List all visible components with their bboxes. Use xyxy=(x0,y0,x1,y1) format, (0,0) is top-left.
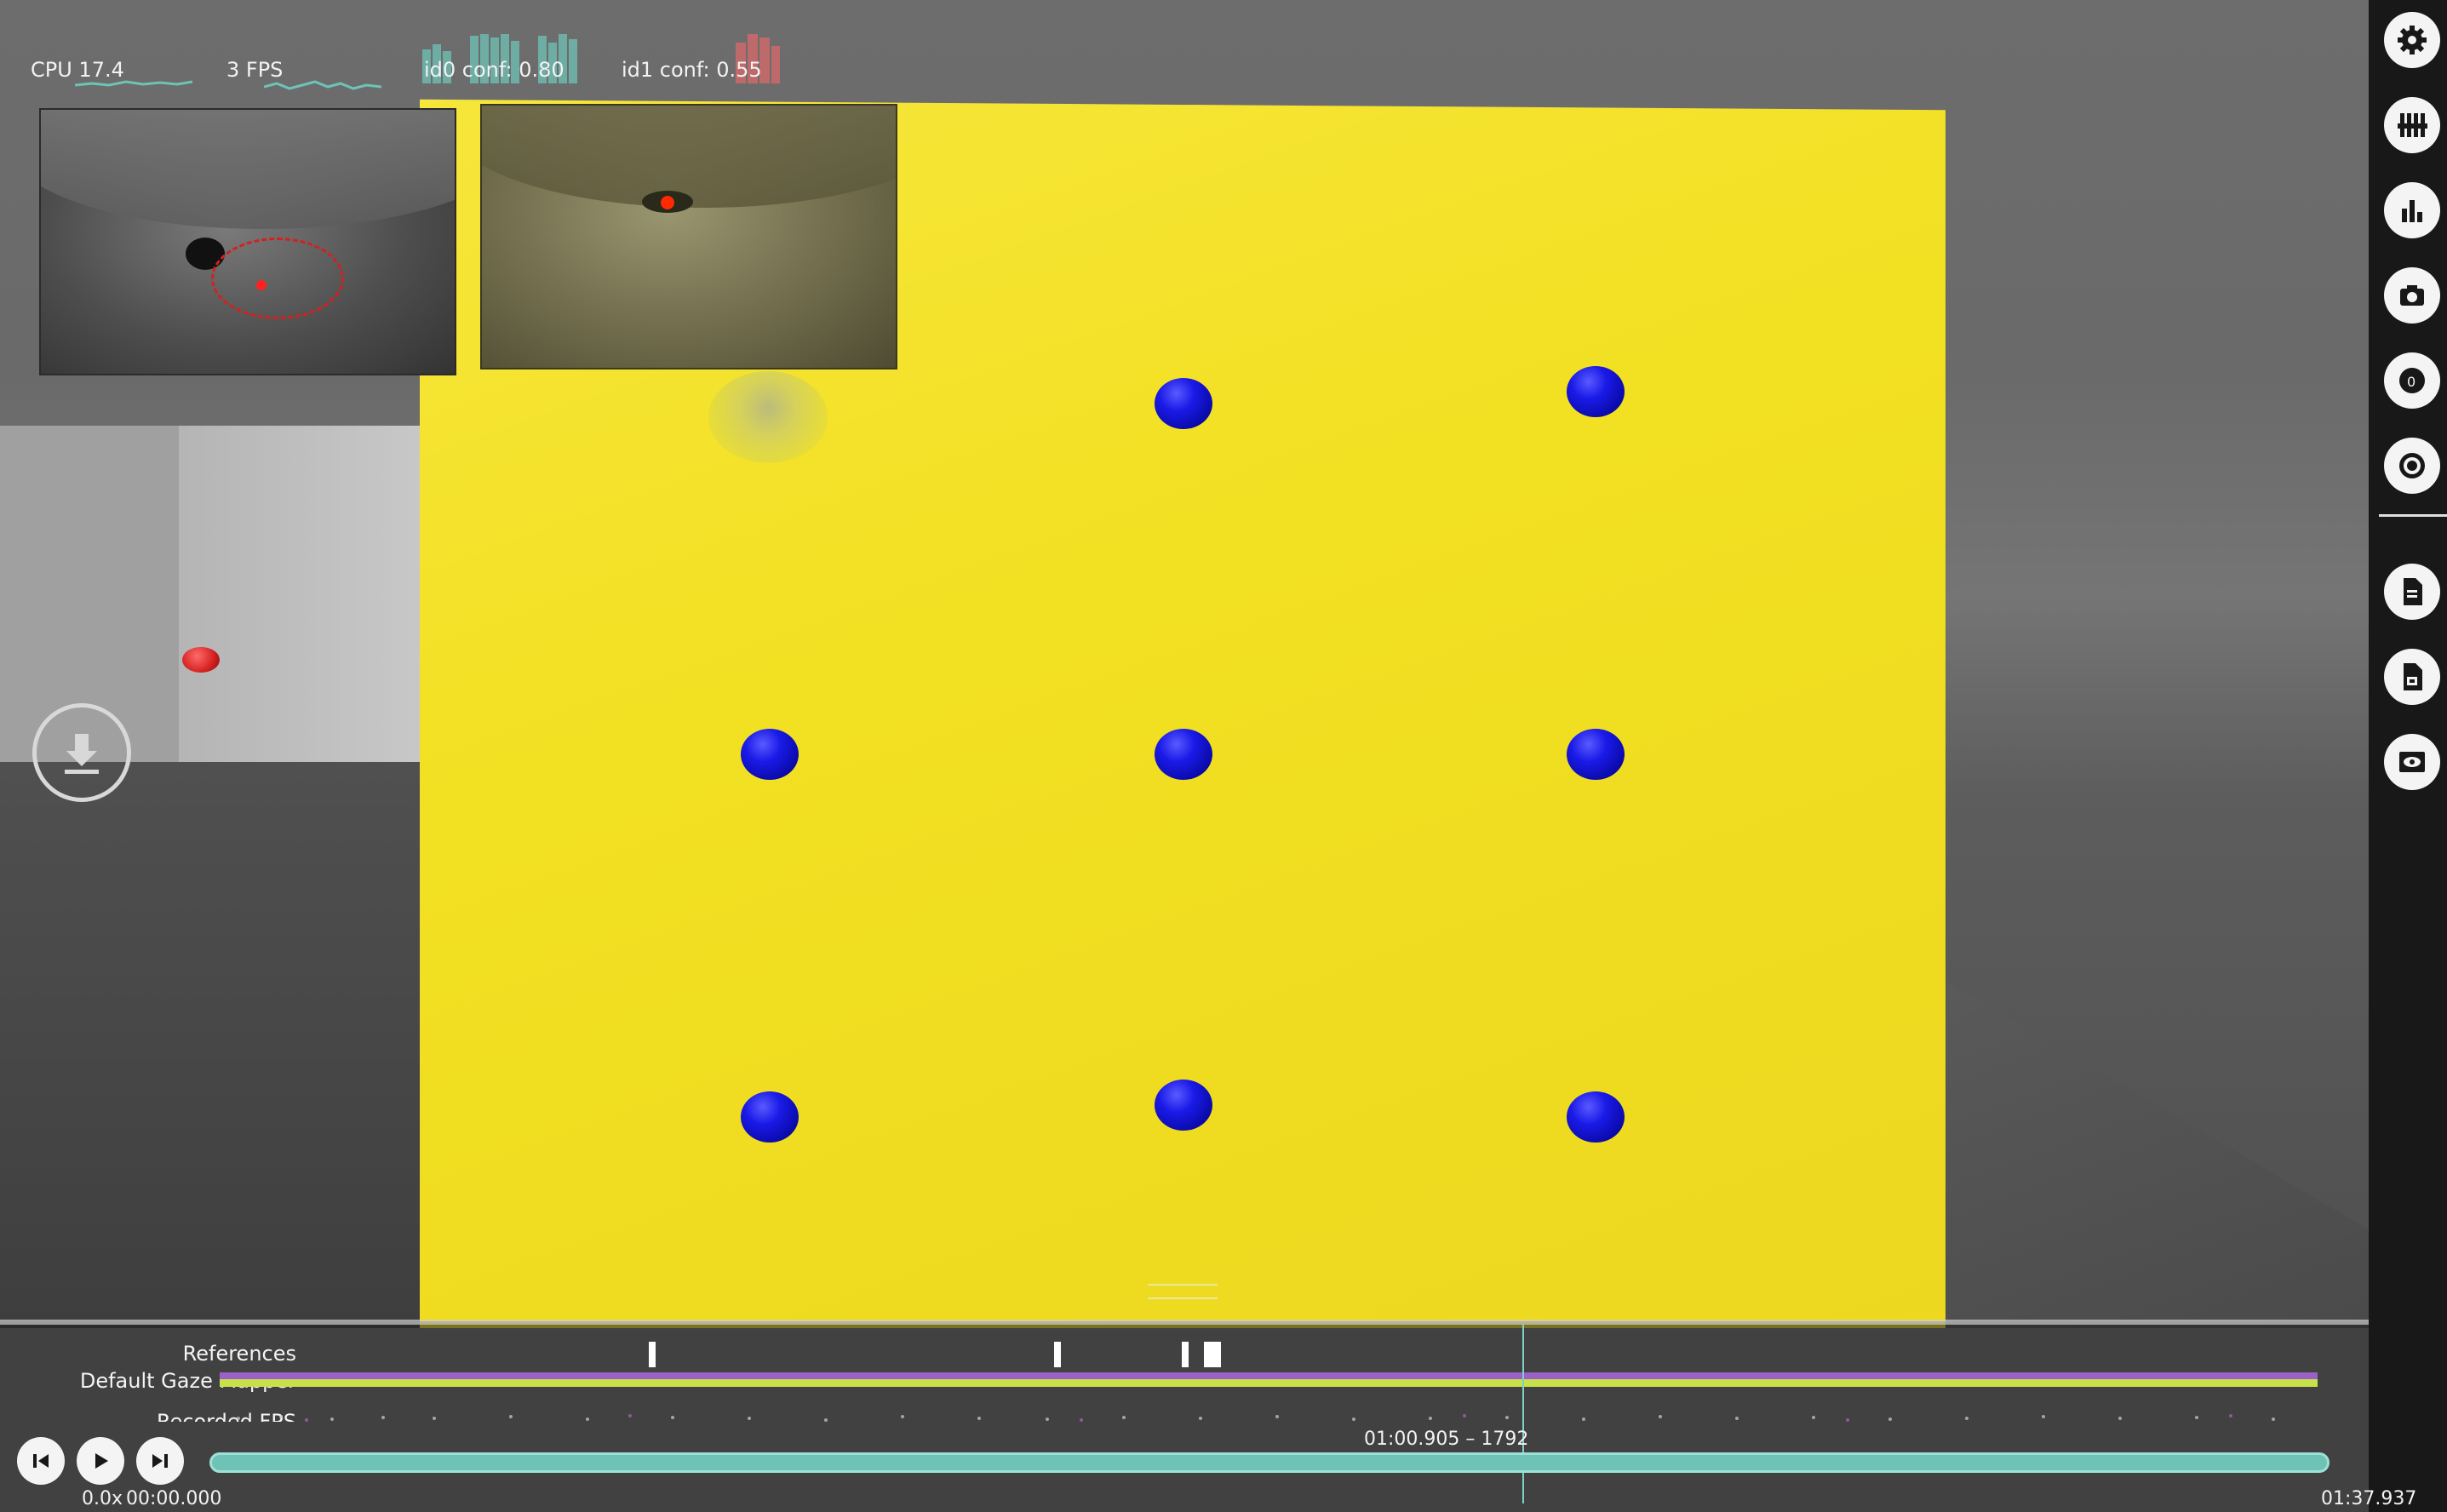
reference-marker[interactable] xyxy=(1182,1342,1189,1367)
previous-frame-button[interactable] xyxy=(17,1437,65,1485)
pupil-center-dot xyxy=(661,196,674,209)
reference-marker[interactable] xyxy=(649,1342,656,1367)
play-icon xyxy=(95,1453,108,1469)
calibration-button[interactable] xyxy=(2384,438,2440,494)
target-icon xyxy=(2399,453,2425,478)
eye-camera-1[interactable] xyxy=(480,104,897,369)
gear-icon xyxy=(2398,26,2427,54)
export-document-icon xyxy=(2404,663,2422,690)
sidebar-separator xyxy=(2379,514,2447,517)
eyelid xyxy=(41,110,455,229)
camera-icon xyxy=(2400,285,2424,306)
seek-bar[interactable] xyxy=(209,1452,2330,1473)
play-button[interactable] xyxy=(77,1437,124,1485)
red-marker xyxy=(182,647,220,673)
bar-chart-icon xyxy=(2402,200,2422,222)
export-button[interactable] xyxy=(2384,649,2440,705)
download-button[interactable] xyxy=(32,703,131,802)
recorded-fps-dots xyxy=(237,1414,2275,1422)
target-sphere xyxy=(1155,729,1212,780)
pupil-center-dot xyxy=(256,280,266,290)
settings-button[interactable] xyxy=(2384,12,2440,68)
start-time: 00:00.000 xyxy=(126,1488,222,1509)
skip-back-icon xyxy=(33,1454,49,1468)
target-sphere xyxy=(1155,378,1212,429)
target-sphere xyxy=(741,1091,799,1143)
floor-left xyxy=(0,762,426,1328)
plugin-sidebar: 0 xyxy=(2369,0,2447,1512)
download-icon xyxy=(65,734,99,774)
world-camera-button[interactable] xyxy=(2384,267,2440,324)
skip-forward-icon xyxy=(152,1454,168,1468)
target-sphere xyxy=(1567,366,1625,417)
floor-right xyxy=(1941,979,2369,1328)
plugin-manager-button[interactable] xyxy=(2384,97,2440,153)
reference-marker[interactable] xyxy=(1054,1342,1061,1367)
gaze-mapper-validation-bar[interactable] xyxy=(220,1379,2318,1387)
plugin-sliders-icon xyxy=(2398,113,2427,137)
reference-marker[interactable] xyxy=(1204,1342,1221,1367)
eye-camera-0[interactable] xyxy=(39,108,456,375)
playback-speed: 0.0x xyxy=(82,1488,123,1509)
eye-frame-icon xyxy=(2399,752,2425,772)
next-frame-button[interactable] xyxy=(136,1437,184,1485)
playhead[interactable] xyxy=(1522,1325,1524,1503)
statistics-button[interactable] xyxy=(2384,182,2440,238)
document-icon xyxy=(2404,578,2422,605)
current-time: 01:00.905 – 1792 xyxy=(1364,1429,1529,1450)
cpu-metric: CPU 17.4 xyxy=(31,58,124,82)
target-sphere xyxy=(1155,1080,1212,1131)
id0-confidence: id0 conf: 0.80 xyxy=(424,58,564,82)
gaze-mapper-range-bar[interactable] xyxy=(220,1372,2318,1379)
timeline-divider[interactable] xyxy=(0,1320,2369,1325)
pupil-detection-ring xyxy=(211,238,344,319)
timeline-row-label: References xyxy=(182,1342,296,1366)
drag-handle[interactable] xyxy=(1148,1284,1218,1299)
target-sphere xyxy=(1567,1091,1625,1143)
gaze-indicator xyxy=(708,371,828,463)
eye-camera-button[interactable]: 0 xyxy=(2384,352,2440,409)
eye-overlay-button[interactable] xyxy=(2384,734,2440,790)
eye-0-icon: 0 xyxy=(2399,368,2425,393)
target-sphere xyxy=(1567,729,1625,780)
annotation-button[interactable] xyxy=(2384,564,2440,620)
svg-text:0: 0 xyxy=(2407,374,2415,390)
end-time: 01:37.937 xyxy=(2321,1488,2417,1509)
target-sphere xyxy=(741,729,799,780)
eyelid xyxy=(482,106,896,208)
fps-metric: 3 FPS xyxy=(226,58,284,82)
id1-confidence: id1 conf: 0.55 xyxy=(622,58,762,82)
